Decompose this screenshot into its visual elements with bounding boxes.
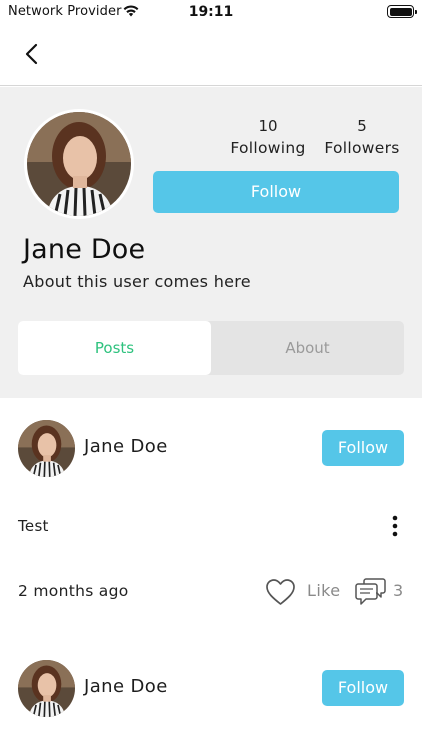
comment-count: 3: [393, 581, 404, 600]
profile-name: Jane Doe: [23, 234, 146, 265]
following-label: Following: [230, 139, 306, 157]
like-label: Like: [307, 581, 341, 600]
like-button[interactable]: Like: [265, 577, 345, 607]
battery-icon: [387, 5, 417, 18]
profile-avatar: [24, 109, 134, 219]
post-card: Jane Doe Follow Test 2 months ago Like 3: [0, 420, 422, 620]
tab-posts[interactable]: Posts: [18, 321, 211, 375]
clock: 19:11: [188, 4, 234, 20]
status-bar: Network Provider 19:11: [0, 0, 422, 24]
tab-about[interactable]: About: [211, 321, 404, 375]
post-text: Test: [18, 517, 49, 535]
more-options-button[interactable]: [385, 514, 405, 538]
following-stat[interactable]: 10 Following: [226, 117, 310, 161]
profile-tabs: Posts About: [18, 321, 404, 375]
chevron-left-icon: [25, 43, 38, 65]
comments-icon: [355, 578, 386, 605]
nav-bar: [0, 24, 422, 86]
following-count: 10: [258, 117, 278, 135]
back-button[interactable]: [16, 38, 48, 70]
more-vertical-icon: [392, 515, 398, 537]
post-timestamp: 2 months ago: [18, 582, 129, 600]
post-follow-button[interactable]: Follow: [322, 670, 404, 706]
heart-icon: [266, 579, 295, 605]
post-author-name[interactable]: Jane Doe: [84, 436, 168, 457]
followers-count: 5: [357, 117, 367, 135]
follow-button[interactable]: Follow: [153, 171, 399, 213]
post-follow-button[interactable]: Follow: [322, 430, 404, 466]
post-author-name[interactable]: Jane Doe: [84, 676, 168, 697]
followers-label: Followers: [324, 139, 400, 157]
post-author-avatar[interactable]: [18, 420, 75, 477]
followers-stat[interactable]: 5 Followers: [320, 117, 404, 161]
post-author-avatar[interactable]: [18, 660, 75, 717]
profile-about: About this user comes here: [23, 272, 251, 291]
profile-header: 10 Following 5 Followers Follow Jane Doe…: [0, 87, 422, 398]
post-card: Jane Doe Follow: [0, 660, 422, 750]
comments-button[interactable]: 3: [355, 577, 407, 607]
